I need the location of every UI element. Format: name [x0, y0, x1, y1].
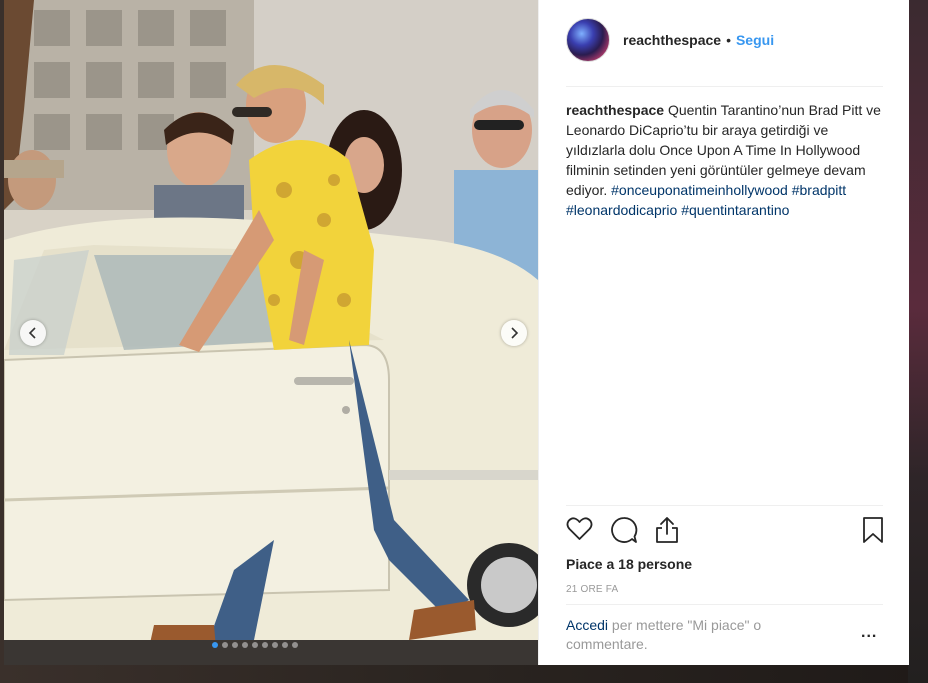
carousel-indicator: [212, 642, 298, 648]
caption-username[interactable]: reachthespace: [566, 102, 664, 118]
hashtag-link[interactable]: #onceuponatimeinhollywood: [611, 182, 788, 198]
likes-count[interactable]: Piace a 18 persone: [566, 556, 692, 572]
post-photo[interactable]: [4, 0, 538, 665]
post-caption: reachthespace Quentin Tarantino’nun Brad…: [566, 100, 888, 220]
login-link[interactable]: Accedi: [566, 617, 608, 633]
login-prompt: Accedi per mettere "Mi piace" o commenta…: [566, 616, 826, 654]
carousel-dot: [222, 642, 228, 648]
carousel-dot: [282, 642, 288, 648]
previous-slide-button[interactable]: [20, 320, 46, 346]
comment-icon[interactable]: [610, 516, 638, 544]
heart-icon[interactable]: [566, 516, 593, 542]
hashtag-link[interactable]: #quentintarantino: [681, 202, 789, 218]
carousel-dot: [272, 642, 278, 648]
post-info-panel: reachthespace • Segui reachthespace Quen…: [538, 0, 909, 665]
follow-button[interactable]: Segui: [736, 32, 774, 48]
divider: [566, 86, 883, 87]
post-timestamp: 21 ORE FA: [566, 584, 619, 595]
avatar[interactable]: [566, 18, 610, 62]
background-strip: [908, 0, 928, 683]
carousel-dot: [262, 642, 268, 648]
hashtag-link[interactable]: #bradpitt: [792, 182, 846, 198]
carousel-dot: [242, 642, 248, 648]
hashtag-link[interactable]: #leonardodicaprio: [566, 202, 677, 218]
carousel-dot: [212, 642, 218, 648]
header-separator: •: [726, 32, 731, 48]
divider: [566, 505, 883, 506]
share-icon[interactable]: [654, 516, 680, 544]
post-header: reachthespace • Segui: [566, 18, 774, 62]
header-username[interactable]: reachthespace: [623, 32, 721, 48]
bookmark-icon[interactable]: [862, 516, 884, 544]
carousel-dot: [232, 642, 238, 648]
carousel-dot: [292, 642, 298, 648]
photo-illustration: [4, 0, 538, 665]
carousel-dot: [252, 642, 258, 648]
more-options-button[interactable]: ...: [861, 624, 877, 642]
divider: [566, 604, 883, 605]
chevron-right-icon: [511, 327, 519, 339]
next-slide-button[interactable]: [501, 320, 527, 346]
action-bar: [566, 516, 884, 546]
chevron-left-icon: [28, 327, 36, 339]
